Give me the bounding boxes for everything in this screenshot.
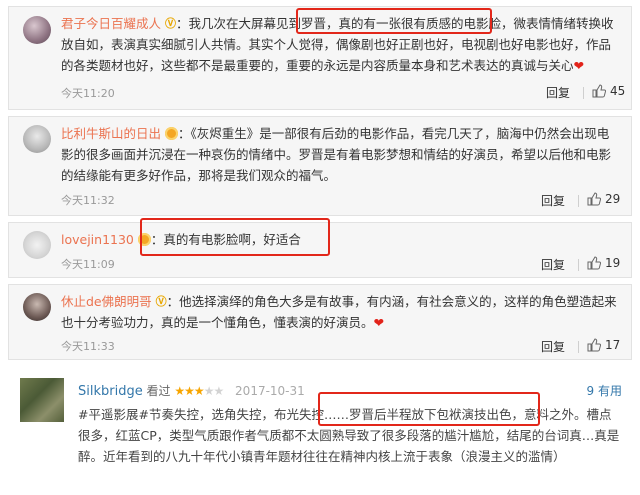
like-button[interactable]: 29 xyxy=(587,192,620,206)
comment-card: 休止de佛朗明哥 Ⓥ：他选择演绎的角色大多是有故事，有内涵，有社会意义的，这样的… xyxy=(8,284,632,360)
reply-button[interactable]: 回复 xyxy=(546,84,570,101)
like-count: 29 xyxy=(605,192,621,206)
review-header: Silkbridge 看过 ★★★★★ 2017-10-31 xyxy=(78,382,305,399)
heart-icon: ❤ xyxy=(373,315,384,330)
verified-v-icon: Ⓥ xyxy=(155,295,167,308)
star-icon: ★ xyxy=(184,384,195,398)
username-link[interactable]: 比利牛斯山的日出 xyxy=(61,126,161,141)
thumbs-up-icon xyxy=(587,256,602,270)
useful-count: 9 xyxy=(586,384,595,398)
useful-label: 有用 xyxy=(597,384,622,398)
comment-card: 比利牛斯山的日出 ：《灰烬重生》是一部很有后劲的电影作品，看完几天了，脑海中仍然… xyxy=(8,116,632,216)
star-icon: ★ xyxy=(213,384,224,398)
username-link[interactable]: lovejin1130 xyxy=(61,232,134,247)
highlight-box xyxy=(318,392,540,426)
thumbs-up-icon xyxy=(587,192,602,206)
comment-time: 今天11:32 xyxy=(61,194,115,207)
star-icon: ★ xyxy=(193,384,205,398)
review-status: 看过 xyxy=(146,384,171,398)
username-link[interactable]: 休止de佛朗明哥 xyxy=(61,294,152,309)
divider xyxy=(578,259,579,271)
divider xyxy=(583,87,584,99)
verified-v-icon: Ⓥ xyxy=(165,17,176,30)
star-icon: ★ xyxy=(174,384,185,398)
review-text-start: #平遥影展#节奏失控，选角失控，布光失控…… xyxy=(78,407,349,422)
review-date: 2017-10-31 xyxy=(235,384,305,398)
divider xyxy=(578,195,579,207)
thumbs-up-icon xyxy=(592,84,607,98)
comment-body: 比利牛斯山的日出 ：《灰烬重生》是一部很有后劲的电影作品，看完几天了，脑海中仍然… xyxy=(61,123,617,186)
like-button[interactable]: 17 xyxy=(587,338,620,352)
avatar[interactable] xyxy=(20,378,64,422)
star-icon: ★ xyxy=(203,384,215,398)
username-link[interactable]: 君子今日百耀成人 xyxy=(61,16,161,31)
reply-button[interactable]: 回复 xyxy=(541,338,565,355)
reply-button[interactable]: 回复 xyxy=(541,256,565,273)
avatar[interactable] xyxy=(23,293,51,321)
rating-stars: ★★★★★ xyxy=(174,384,224,398)
reply-button[interactable]: 回复 xyxy=(541,192,565,209)
divider xyxy=(578,341,579,353)
review-username-link[interactable]: Silkbridge xyxy=(78,384,143,399)
like-count: 17 xyxy=(605,338,621,352)
highlight-box xyxy=(140,218,330,256)
avatar[interactable] xyxy=(23,231,51,259)
like-button[interactable]: 45 xyxy=(592,84,625,98)
comment-time: 今天11:33 xyxy=(61,340,115,353)
like-button[interactable]: 19 xyxy=(587,256,620,270)
avatar[interactable] xyxy=(23,16,51,44)
comment-time: 今天11:09 xyxy=(61,258,115,271)
review-card: Silkbridge 看过 ★★★★★ 2017-10-31 9 有用 #平遥影… xyxy=(8,370,632,490)
thumbs-up-icon xyxy=(587,338,602,352)
comment-body: 休止de佛朗明哥 Ⓥ：他选择演绎的角色大多是有故事，有内涵，有社会意义的，这样的… xyxy=(61,291,617,333)
heart-icon: ❤ xyxy=(573,58,584,73)
like-count: 45 xyxy=(610,84,626,98)
useful-button[interactable]: 9 有用 xyxy=(587,382,622,399)
crown-badge-icon xyxy=(165,127,178,140)
like-count: 19 xyxy=(605,256,621,270)
comment-time: 今天11:20 xyxy=(61,87,115,100)
highlight-box xyxy=(296,8,492,34)
avatar[interactable] xyxy=(23,125,51,153)
